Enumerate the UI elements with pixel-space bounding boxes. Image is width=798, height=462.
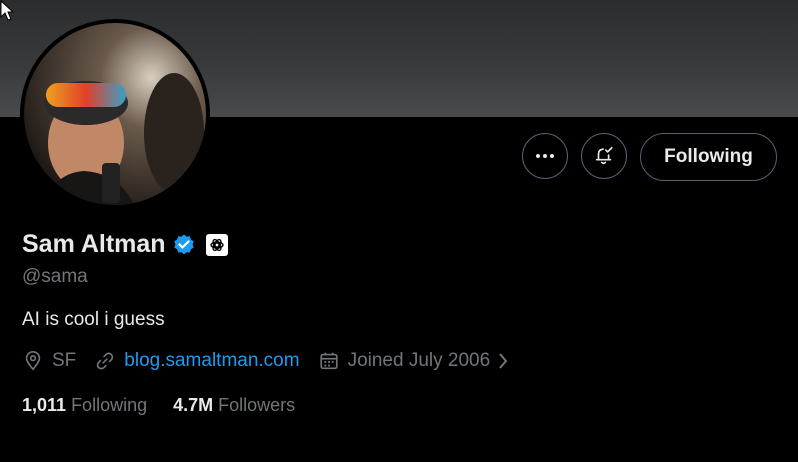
followers-count: 4.7M (173, 395, 214, 415)
affiliation-badge[interactable] (205, 233, 228, 256)
followers-stat[interactable]: 4.7M Followers (173, 395, 295, 416)
following-count: 1,011 (22, 395, 67, 415)
joined-item: Joined July 2006 (318, 350, 513, 372)
location-text: SF (52, 350, 77, 371)
follow-stats: 1,011 Following 4.7M Followers (22, 395, 321, 416)
notifications-button[interactable] (581, 133, 627, 179)
followers-label: Followers (218, 395, 296, 415)
joined-text: Joined July 2006 (347, 350, 491, 371)
name-row: Sam Altman (22, 230, 228, 259)
display-name: Sam Altman (22, 230, 166, 258)
openai-logo-icon (209, 238, 224, 251)
following-label: Following (71, 395, 148, 415)
chevron-right-icon[interactable] (494, 351, 512, 371)
avatar-photo (24, 23, 206, 205)
bell-check-icon (595, 146, 613, 165)
website-item[interactable]: blog.samaltman.com (94, 350, 300, 372)
following-button[interactable]: Following (640, 133, 777, 181)
profile-handle: @sama (22, 266, 88, 287)
more-button[interactable] (522, 133, 568, 179)
link-icon (97, 352, 114, 370)
more-dots-icon (536, 154, 554, 158)
profile-bio: AI is cool i guess (22, 309, 165, 330)
profile-meta: SF blog.samaltman.com Joined July 2006 (22, 350, 512, 372)
location-item: SF (22, 350, 76, 372)
profile-avatar[interactable] (20, 19, 210, 209)
verified-badge-icon[interactable] (172, 233, 196, 257)
location-pin-icon (25, 351, 41, 371)
calendar-icon (319, 352, 338, 370)
website-link[interactable]: blog.samaltman.com (124, 350, 299, 372)
following-stat[interactable]: 1,011 Following (22, 395, 147, 416)
mouse-cursor-icon (0, 0, 14, 21)
